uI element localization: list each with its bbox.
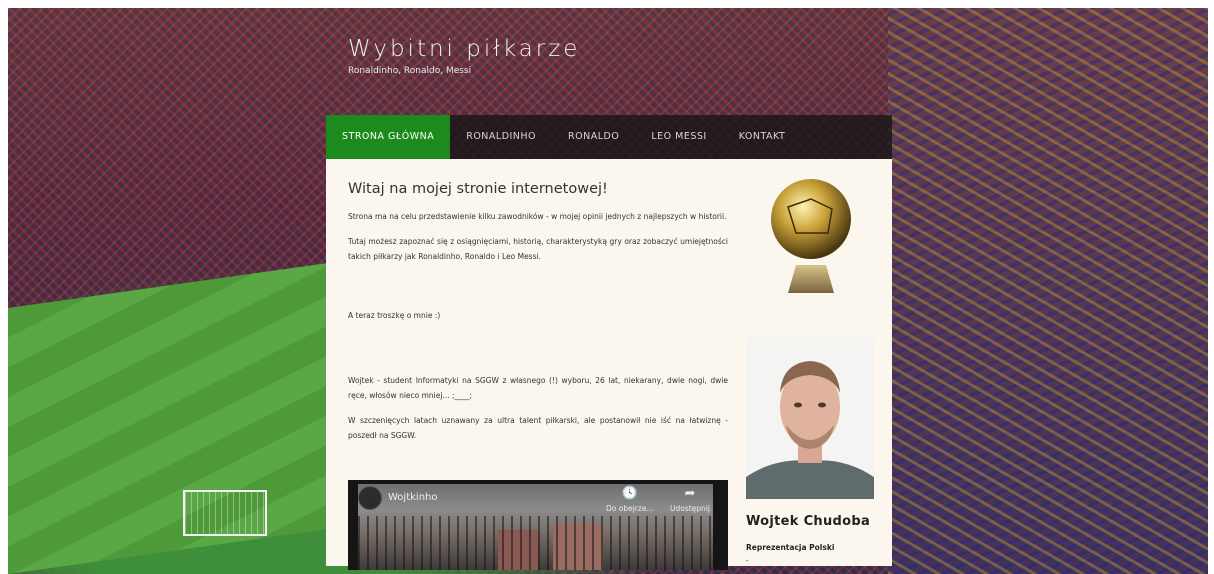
watch-later-button[interactable]: 🕓 Do obejrze...: [606, 486, 654, 513]
nav-item-home[interactable]: STRONA GŁÓWNA: [326, 115, 451, 159]
nav-item-contact[interactable]: KONTAKT: [723, 115, 802, 159]
about-me-paragraph: Wojtek - student Informatyki na SGGW z w…: [348, 376, 728, 400]
author-photo: [746, 337, 874, 499]
youtube-video-embed[interactable]: Wojtkinho 🕓 Do obejrze... ➦ Udostępnij: [348, 480, 728, 570]
share-label: Udostępnij: [670, 504, 710, 513]
author-detail: -: [746, 557, 749, 565]
content-area: Witaj na mojej stronie internetowej! Str…: [326, 159, 892, 570]
goal-image: [183, 490, 267, 536]
sidebar: Wojtek Chudoba Reprezentacja Polski -: [746, 159, 874, 566]
history-paragraph: W szczenięcych latach uznawany za ultra …: [348, 416, 728, 440]
info-paragraph: Tutaj możesz zapoznać się z osiągnięciam…: [348, 237, 728, 261]
nav-item-ronaldo[interactable]: RONALDO: [552, 115, 635, 159]
share-button[interactable]: ➦ Udostępnij: [670, 486, 710, 513]
main-column: Witaj na mojej stronie internetowej! Str…: [348, 181, 728, 443]
golden-ball-image: [771, 179, 851, 293]
main-nav: STRONA GŁÓWNA RONALDINHO RONALDO LEO MES…: [326, 115, 892, 159]
page-heading: Witaj na mojej stronie internetowej!: [348, 181, 608, 197]
channel-avatar[interactable]: [358, 486, 382, 510]
nav-item-ronaldinho[interactable]: RONALDINHO: [450, 115, 552, 159]
about-me-heading: A teraz troszkę o mnie :): [348, 311, 441, 320]
watch-later-label: Do obejrze...: [606, 504, 654, 513]
author-role: Reprezentacja Polski: [746, 543, 835, 552]
share-icon: ➦: [684, 486, 696, 501]
site-subtitle: Ronaldinho, Ronaldo, Messi: [348, 66, 472, 76]
pitch-image: [8, 263, 328, 574]
author-name: Wojtek Chudoba: [746, 514, 871, 529]
crowd-image: [888, 8, 1208, 574]
clock-icon: 🕓: [621, 486, 638, 501]
intro-paragraph: Strona ma na celu przedstawienie kilku z…: [348, 212, 727, 221]
video-title[interactable]: Wojtkinho: [388, 492, 437, 503]
video-trees: [358, 516, 713, 570]
nav-item-leo-messi[interactable]: LEO MESSI: [635, 115, 722, 159]
site-title[interactable]: Wybitni piłkarze: [348, 36, 580, 62]
